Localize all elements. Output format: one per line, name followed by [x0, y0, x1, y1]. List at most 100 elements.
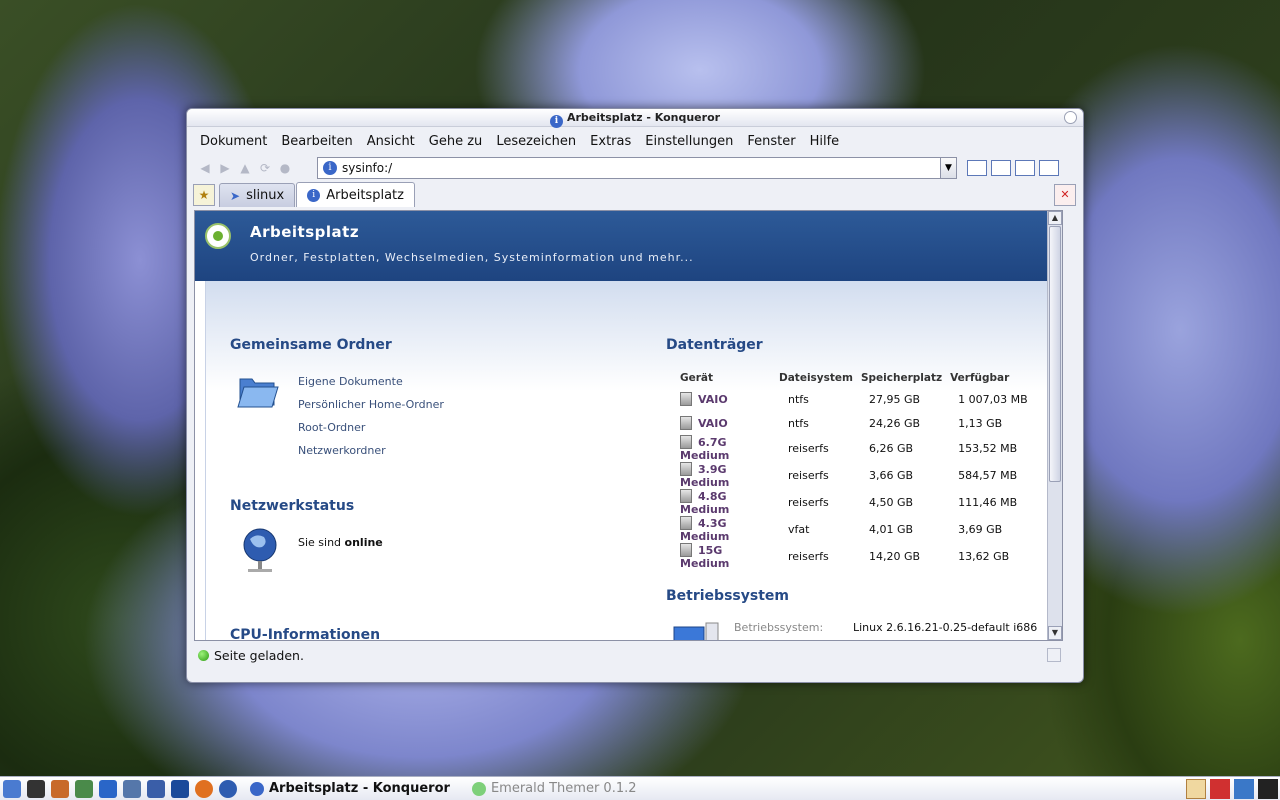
os-heading: Betriebssystem: [666, 588, 789, 604]
tab-arbeitsplatz[interactable]: i Arbeitsplatz: [296, 182, 415, 207]
sysinfo-page: Gemeinsame Ordner Eigene Dokumente Persö…: [205, 281, 1050, 640]
menu-bar: Dokument Bearbeiten Ansicht Gehe zu Lese…: [187, 127, 1083, 155]
harddisk-icon: [680, 462, 692, 476]
menu-lesezeichen[interactable]: Lesezeichen: [489, 134, 583, 149]
menu-ansicht[interactable]: Ansicht: [360, 134, 422, 149]
location-dropdown-icon[interactable]: ▼: [940, 158, 956, 178]
monitor-icon[interactable]: [147, 779, 165, 798]
table-row[interactable]: VAIO ntfs 27,95 GB 1 007,03 MB: [680, 387, 1036, 411]
info-icon: i: [307, 188, 321, 202]
up-icon[interactable]: ▲: [235, 158, 255, 178]
disk-fs: ntfs: [788, 416, 809, 430]
location-input[interactable]: sysinfo:/: [342, 161, 392, 175]
toolbar: ◀ ▶ ▲ ⟳ ● i sysinfo:/ ▼: [187, 155, 1083, 181]
editor-icon[interactable]: [123, 779, 141, 798]
location-bar[interactable]: i sysinfo:/ ▼: [317, 157, 957, 179]
task-emerald[interactable]: Emerald Themer 0.1.2: [471, 781, 637, 796]
reload-icon[interactable]: ⟳: [255, 158, 275, 178]
disk-device[interactable]: 3.9G Medium: [680, 462, 779, 489]
disk-device[interactable]: 4.3G Medium: [680, 516, 779, 543]
system-tray: [1160, 779, 1280, 799]
settings-icon[interactable]: [99, 779, 117, 798]
scroll-thumb[interactable]: [1049, 226, 1061, 482]
title-bar[interactable]: i Arbeitsplatz - Konqueror: [187, 109, 1083, 128]
scroll-down-icon[interactable]: ▼: [1048, 626, 1062, 640]
os-value: Linux 2.6.16.21-0.25-default i686: [853, 621, 1038, 634]
menu-fenster[interactable]: Fenster: [740, 134, 802, 149]
back-icon[interactable]: ◀: [195, 158, 215, 178]
new-tab-icon[interactable]: ★: [193, 184, 215, 206]
disk-fs: reiserfs: [788, 550, 829, 563]
disk-fs: ntfs: [788, 392, 809, 406]
network-status: online: [344, 536, 383, 549]
menu-extras[interactable]: Extras: [583, 134, 638, 149]
info-icon: i: [323, 161, 337, 175]
network-status-text: Sie sind online: [298, 536, 383, 549]
menu-dokument[interactable]: Dokument: [193, 134, 274, 149]
disk-device[interactable]: 15G Medium: [680, 543, 779, 570]
table-row[interactable]: 3.9G Medium reiserfs 3,66 GB 584,57 MB: [680, 462, 1036, 489]
menu-hilfe[interactable]: Hilfe: [803, 134, 847, 149]
network-text-prefix: Sie sind: [298, 536, 342, 549]
menu-bearbeiten[interactable]: Bearbeiten: [274, 134, 359, 149]
view-single-icon[interactable]: [967, 160, 987, 176]
menu-gehe-zu[interactable]: Gehe zu: [422, 134, 490, 149]
desktop-pager-icon[interactable]: [1258, 779, 1278, 799]
banner-title: Arbeitsplatz: [250, 223, 360, 241]
home-icon[interactable]: [51, 779, 69, 798]
view-split-icon[interactable]: [991, 160, 1011, 176]
view-fullscreen-icon[interactable]: [1039, 160, 1059, 176]
disk-device[interactable]: VAIO: [680, 387, 779, 411]
network-icon[interactable]: [75, 779, 93, 798]
view-tree-icon[interactable]: [1015, 160, 1035, 176]
table-row[interactable]: 6.7G Medium reiserfs 6,26 GB 153,52 MB: [680, 435, 1036, 462]
os-label: Betriebssystem:: [734, 621, 824, 634]
taskbar: Arbeitsplatz - Konqueror Emerald Themer …: [0, 776, 1280, 800]
table-row[interactable]: VAIO ntfs 24,26 GB 1,13 GB: [680, 411, 1036, 435]
disk-fs: reiserfs: [788, 442, 829, 455]
start-menu-icon[interactable]: [3, 779, 21, 798]
resize-grip-icon[interactable]: [1047, 648, 1061, 662]
close-window-button[interactable]: [1064, 111, 1077, 124]
vertical-scrollbar[interactable]: ▲ ▼: [1047, 211, 1062, 640]
disk-fs: reiserfs: [788, 469, 829, 482]
tab-label: slinux: [246, 188, 285, 203]
link-root-ordner[interactable]: Root-Ordner: [298, 421, 365, 434]
tab-slinux[interactable]: ➤ slinux: [219, 183, 296, 207]
disk-free: 1 007,03 MB: [958, 392, 1028, 406]
disk-device[interactable]: 6.7G Medium: [680, 435, 779, 462]
globe-icon[interactable]: [171, 779, 189, 798]
scroll-up-icon[interactable]: ▲: [1048, 211, 1062, 225]
table-row[interactable]: 4.8G Medium reiserfs 4,50 GB 111,46 MB: [680, 489, 1036, 516]
disk-free: 584,57 MB: [958, 469, 1018, 482]
tray-arrow-icon[interactable]: [1162, 779, 1182, 799]
forward-icon[interactable]: ▶: [215, 158, 235, 178]
firefox-icon[interactable]: [195, 779, 213, 798]
konqueror-window: i Arbeitsplatz - Konqueror Dokument Bearb…: [186, 108, 1084, 683]
disk-device[interactable]: 4.8G Medium: [680, 489, 779, 516]
update-icon[interactable]: [1210, 779, 1230, 799]
harddisk-icon: [680, 516, 692, 530]
task-arbeitsplatz[interactable]: Arbeitsplatz - Konqueror: [250, 781, 450, 796]
folder-icon: [237, 378, 279, 408]
stop-icon[interactable]: ●: [275, 158, 295, 178]
table-row[interactable]: 15G Medium reiserfs 14,20 GB 13,62 GB: [680, 543, 1036, 570]
status-text: Seite geladen.: [214, 647, 304, 663]
col-geraet: Gerät: [680, 372, 714, 384]
disk-size: 4,01 GB: [868, 523, 914, 536]
disks-table: Gerät Dateisystem Speicherplatz Verfügba…: [680, 369, 1036, 570]
klipper-icon[interactable]: [1186, 779, 1206, 799]
emerald-icon: [471, 781, 486, 796]
link-home-ordner[interactable]: Persönlicher Home-Ordner: [298, 398, 444, 411]
menu-einstellungen[interactable]: Einstellungen: [638, 134, 740, 149]
disk-device[interactable]: VAIO: [680, 411, 779, 435]
tab-label: Arbeitsplatz: [326, 187, 404, 203]
link-eigene-dokumente[interactable]: Eigene Dokumente: [298, 375, 403, 388]
konqueror-icon[interactable]: [219, 779, 237, 798]
network-tray-icon[interactable]: [1234, 779, 1254, 799]
close-tab-icon[interactable]: ✕: [1054, 184, 1076, 206]
view-buttons: [967, 160, 1059, 176]
table-row[interactable]: 4.3G Medium vfat 4,01 GB 3,69 GB: [680, 516, 1036, 543]
link-netzwerkordner[interactable]: Netzwerkordner: [298, 444, 386, 457]
terminal-icon[interactable]: [27, 779, 45, 798]
